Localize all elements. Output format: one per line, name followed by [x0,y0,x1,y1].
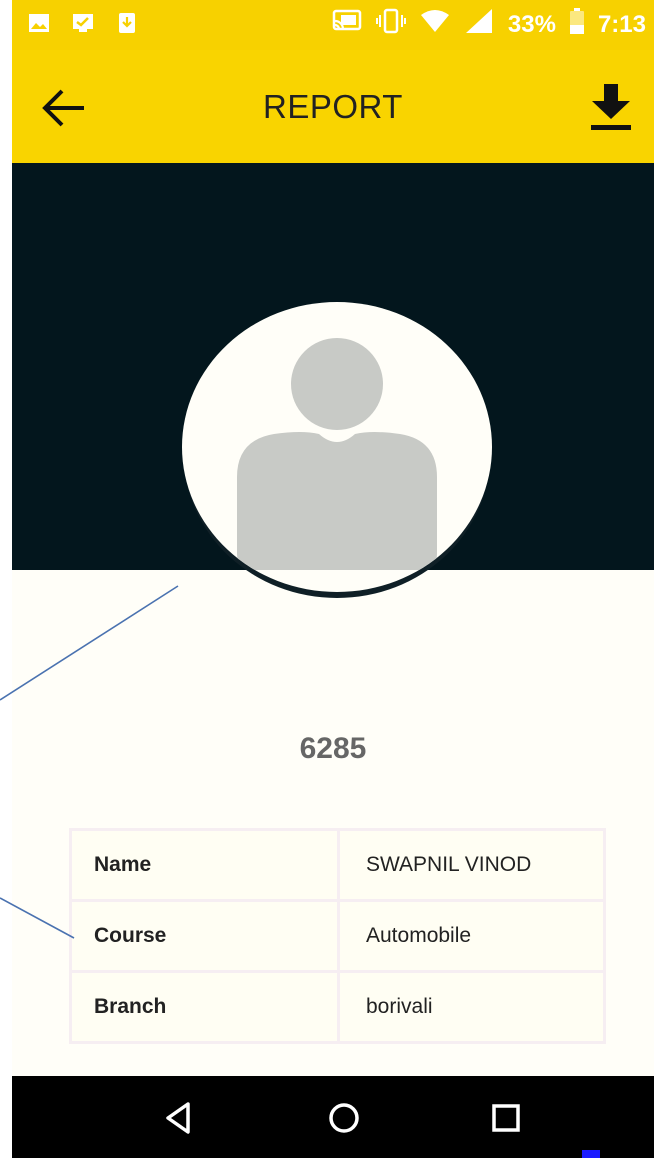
nav-recent-apps-button[interactable] [484,1096,528,1140]
course-label: Course [69,899,340,973]
app-toolbar: REPORT [12,50,654,163]
gallery-notification-icon [28,12,50,34]
battery-icon [569,8,584,41]
download-icon [591,84,631,130]
battery-percent: 33% [507,10,556,38]
branch-value: borivali [337,970,606,1044]
circle-home-icon [329,1103,359,1133]
registration-number: 6285 [299,732,367,765]
triangle-back-icon [166,1102,190,1134]
square-recent-icon [492,1104,520,1132]
table-row: Name SWAPNIL VINOD [69,828,606,902]
status-bar: 33% 7:13 [12,0,654,50]
cast-icon [332,9,362,40]
system-navigation-bar [12,1076,654,1158]
vibrate-icon [375,8,406,41]
download-button[interactable] [586,78,636,134]
wifi-icon [420,9,450,40]
student-info-table: Name SWAPNIL VINOD Course Automobile Bra… [69,828,606,1044]
nav-back-button[interactable] [158,1096,202,1140]
page-title: REPORT [263,88,403,125]
table-row: Branch borivali [69,970,606,1044]
table-row: Course Automobile [69,899,606,973]
download-notification-icon [116,12,138,34]
app-screen: 33% 7:13 REPORT 6285 Name SWAPNIL VINOD … [12,0,654,1158]
profile-avatar [182,302,492,592]
clock: 7:13 [597,10,646,38]
branch-label: Branch [69,970,340,1044]
task-done-notification-icon [72,12,94,34]
course-value: Automobile [337,899,606,973]
nav-home-button[interactable] [322,1096,366,1140]
blue-marker [582,1150,600,1158]
name-value: SWAPNIL VINOD [337,828,606,902]
name-label: Name [69,828,340,902]
signal-icon [464,8,494,41]
person-placeholder-icon [237,338,437,570]
